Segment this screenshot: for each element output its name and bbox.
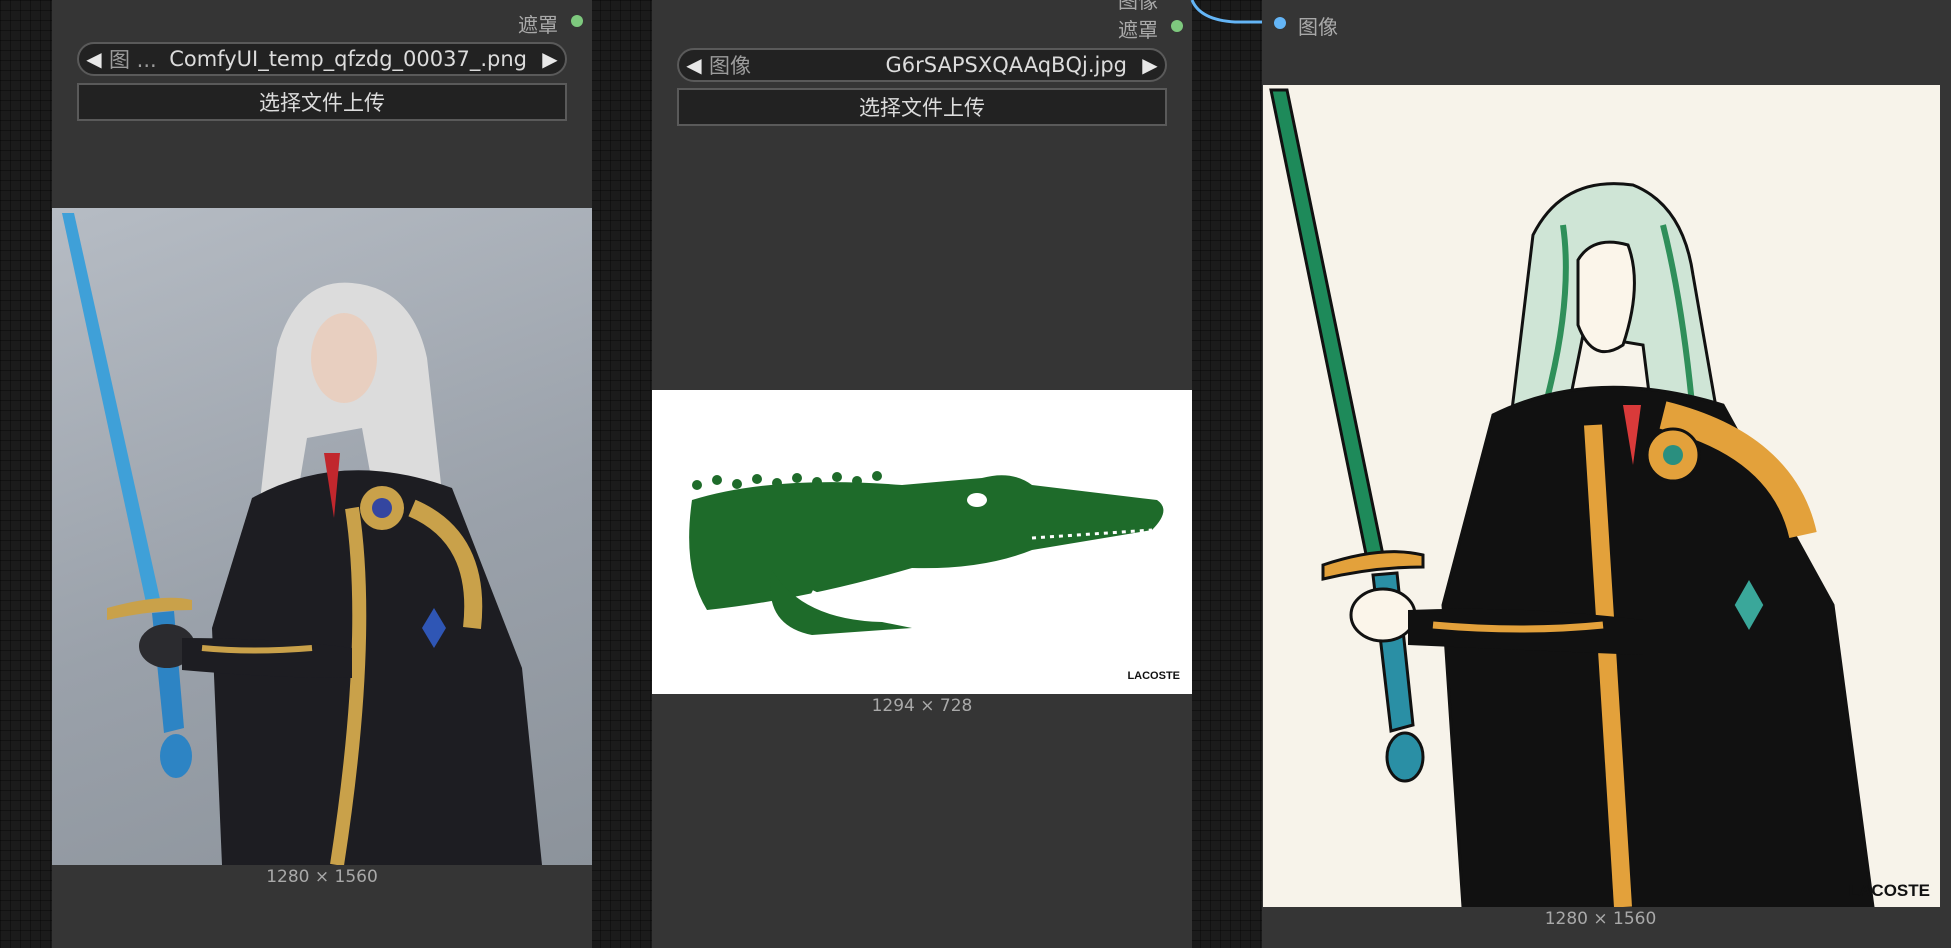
mask-output-slot[interactable]	[1171, 20, 1183, 32]
preview-image-photo	[52, 208, 592, 865]
image-dimensions-label: 1280 × 1560	[266, 867, 378, 887]
preview-image-node[interactable]: 图像 LACOSTE 1280 × 1560	[1262, 0, 1951, 948]
preview-image-illustration: LACOSTE	[1263, 85, 1940, 907]
mask-output-label: 遮罩	[518, 13, 558, 37]
image-dimensions-label: 1294 × 728	[871, 696, 973, 716]
image-input-slot[interactable]	[1274, 17, 1286, 29]
image-input-label: 图像	[1298, 15, 1338, 39]
swordsman-photo-illustration	[62, 213, 542, 865]
image-filename-combo[interactable]: ◀ 图 ... ComfyUI_temp_qfzdg_00037_.png ▶	[77, 42, 567, 76]
combo-next-arrow-icon[interactable]: ▶	[1135, 53, 1165, 77]
swordsman-drawing-illustration	[1269, 88, 1875, 907]
mask-output-slot[interactable]	[571, 15, 583, 27]
load-image-node-1[interactable]: 遮罩 ◀ 图 ... ComfyUI_temp_qfzdg_00037_.png…	[52, 0, 592, 948]
combo-value: G6rSAPSXQAAqBQj.jpg	[885, 53, 1127, 77]
upload-file-button[interactable]: 选择文件上传	[677, 88, 1167, 126]
image-filename-combo[interactable]: ◀ 图像 G6rSAPSXQAAqBQj.jpg ▶	[677, 48, 1167, 82]
load-image-node-2[interactable]: 图像 遮罩 ◀ 图像 G6rSAPSXQAAqBQj.jpg ▶ 选择文件上传 …	[652, 0, 1192, 948]
combo-label: 图 ...	[109, 48, 157, 72]
upload-file-button[interactable]: 选择文件上传	[77, 83, 567, 121]
crocodile-illustration	[689, 471, 1164, 635]
preview-image-crocodile: LACOSTE	[652, 390, 1192, 694]
combo-prev-arrow-icon[interactable]: ◀	[679, 53, 709, 77]
mask-output-label: 遮罩	[1118, 18, 1158, 42]
image-dimensions-label: 1280 × 1560	[1544, 909, 1657, 929]
lacoste-logo-text: LACOSTE	[1848, 881, 1930, 900]
combo-label: 图像	[709, 54, 751, 78]
image-output-label-partial: 图像	[1118, 0, 1158, 13]
combo-value: ComfyUI_temp_qfzdg_00037_.png	[169, 47, 527, 71]
link-wire[interactable]	[1190, 0, 1270, 40]
combo-prev-arrow-icon[interactable]: ◀	[79, 47, 109, 71]
lacoste-logo-text: LACOSTE	[1127, 670, 1180, 682]
combo-next-arrow-icon[interactable]: ▶	[535, 47, 565, 71]
